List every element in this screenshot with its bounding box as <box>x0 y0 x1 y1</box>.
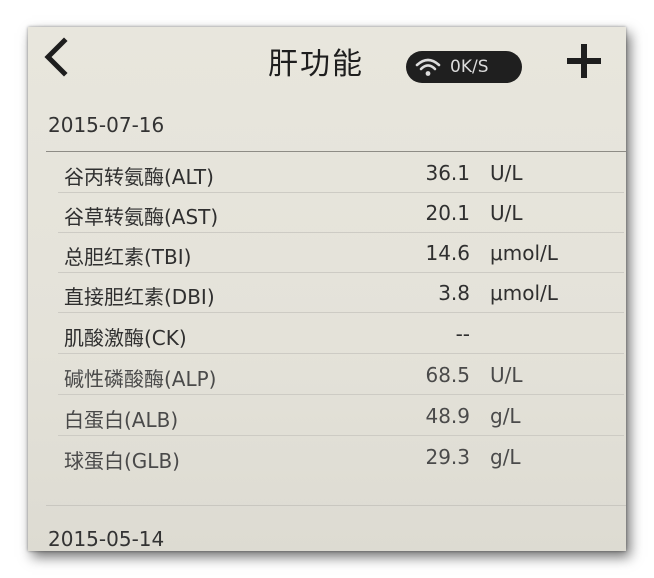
page-title: 肝功能 <box>268 47 364 82</box>
table-row[interactable]: 白蛋白(ALB) 48.9 g/L <box>58 396 626 436</box>
test-unit: U/L <box>490 363 523 387</box>
network-speed-indicator: 0K/S <box>406 51 522 83</box>
row-divider <box>58 394 624 395</box>
test-value: 36.1 <box>425 161 470 185</box>
test-name: 谷草转氨酶(AST) <box>64 205 219 229</box>
test-unit: g/L <box>490 445 521 469</box>
test-value: 48.9 <box>425 404 470 428</box>
table-row[interactable]: 球蛋白(GLB) 29.3 g/L <box>58 437 626 477</box>
test-name: 肌酸激酶(CK) <box>64 326 187 350</box>
test-unit: g/L <box>490 404 521 428</box>
table-row[interactable]: 总胆红素(TBI) 14.6 μmol/L <box>58 233 626 273</box>
network-speed-text: 0K/S <box>450 57 489 77</box>
test-value: 68.5 <box>425 363 470 387</box>
test-value: 3.8 <box>438 281 470 305</box>
record-date-header[interactable]: 2015-05-14 <box>28 521 626 551</box>
table-row[interactable]: 直接胆红素(DBI) 3.8 μmol/L <box>58 273 626 313</box>
record-date: 2015-05-14 <box>48 527 165 551</box>
section-divider <box>46 505 626 506</box>
chevron-left-icon <box>44 37 68 77</box>
record-date: 2015-07-16 <box>48 113 165 137</box>
table-row[interactable]: 谷丙转氨酶(ALT) 36.1 U/L <box>58 153 626 193</box>
record-date-header[interactable]: 2015-07-16 <box>28 107 626 143</box>
wifi-icon <box>415 58 441 76</box>
table-row[interactable]: 谷草转氨酶(AST) 20.1 U/L <box>58 193 626 233</box>
test-name: 总胆红素(TBI) <box>64 245 192 269</box>
table-row[interactable]: 碱性磷酸酶(ALP) 68.5 U/L <box>58 355 626 395</box>
row-divider <box>58 312 624 313</box>
test-value: 20.1 <box>425 201 470 225</box>
table-row[interactable]: 肌酸激酶(CK) -- <box>58 314 626 354</box>
test-value: 14.6 <box>425 241 470 265</box>
test-unit: U/L <box>490 201 523 225</box>
test-name: 直接胆红素(DBI) <box>64 285 215 309</box>
back-button[interactable] <box>38 35 74 79</box>
test-unit: U/L <box>490 161 523 185</box>
test-name: 碱性磷酸酶(ALP) <box>64 367 217 391</box>
test-name: 谷丙转氨酶(ALT) <box>64 165 214 189</box>
row-divider <box>58 353 624 354</box>
app-screen: 肝功能 0K/S 2015-07-16 谷丙转氨酶(ALT) 36.1 U/L … <box>28 27 626 551</box>
test-unit: μmol/L <box>490 241 558 265</box>
test-name: 球蛋白(GLB) <box>64 449 180 473</box>
section-divider <box>46 151 626 152</box>
top-bar: 肝功能 0K/S <box>28 27 626 95</box>
photo-frame: 肝功能 0K/S 2015-07-16 谷丙转氨酶(ALT) 36.1 U/L … <box>0 0 654 578</box>
test-value: -- <box>455 322 470 346</box>
add-record-button[interactable] <box>564 41 604 81</box>
row-divider <box>58 435 624 436</box>
test-value: 29.3 <box>425 445 470 469</box>
test-unit: μmol/L <box>490 281 558 305</box>
plus-icon <box>567 44 601 78</box>
test-name: 白蛋白(ALB) <box>64 408 179 432</box>
